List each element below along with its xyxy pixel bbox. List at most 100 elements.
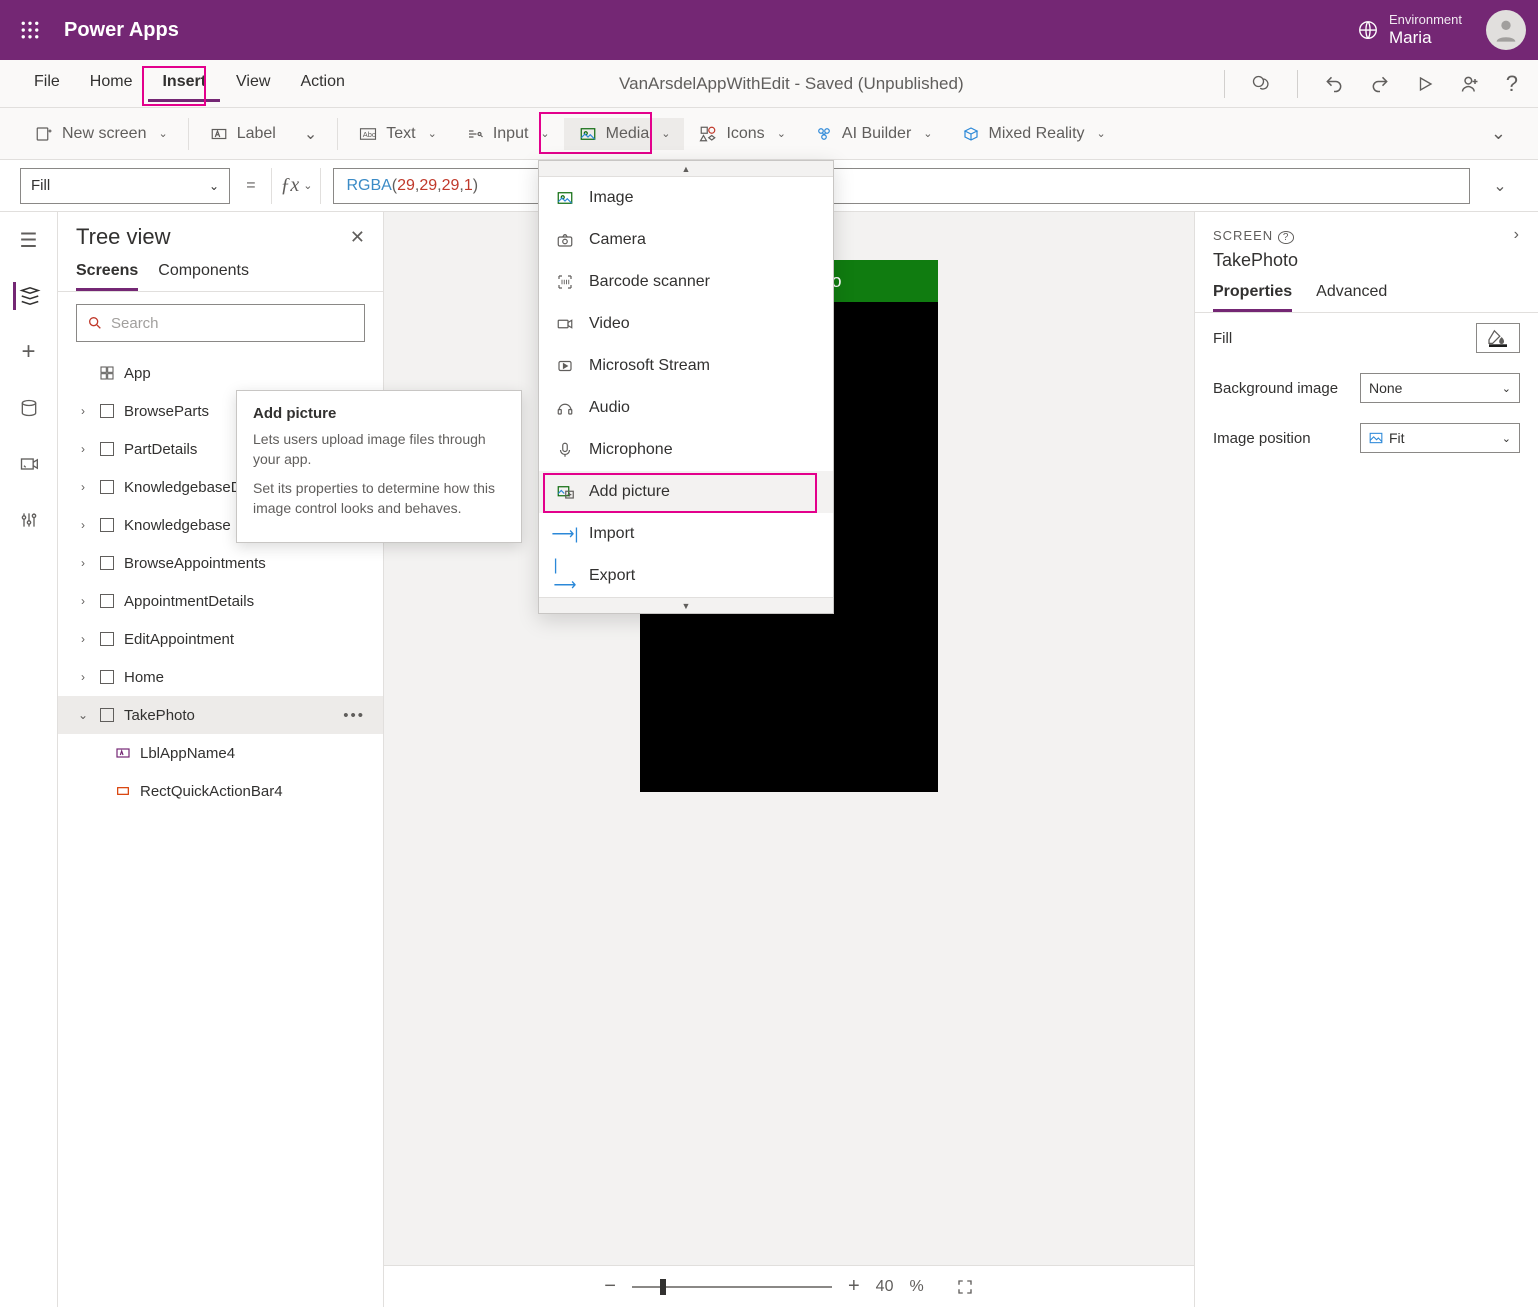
dd-microphone[interactable]: Microphone <box>539 429 833 471</box>
equals-label: = <box>242 177 259 195</box>
formula-expand-icon[interactable]: ⌄ <box>1482 176 1518 196</box>
dd-add-picture[interactable]: Add picture <box>539 471 833 513</box>
fullscreen-icon[interactable] <box>956 1278 974 1296</box>
user-avatar[interactable] <box>1486 10 1526 50</box>
ribbon-ai-builder[interactable]: AI Builder⌄ <box>800 118 947 150</box>
image-icon <box>555 188 575 208</box>
screen-icon <box>98 478 116 496</box>
app-checker-icon[interactable] <box>1251 74 1271 94</box>
camera-icon <box>555 230 575 250</box>
props-tab-advanced[interactable]: Advanced <box>1316 283 1387 312</box>
formula-input[interactable]: RGBA(29, 29, 29, 1) <box>333 168 1470 204</box>
formula-property-dropdown[interactable]: Fill ⌄ <box>20 168 230 204</box>
dd-export[interactable]: |⟶Export <box>539 555 833 597</box>
chevron-down-icon: ⌄ <box>540 127 549 140</box>
tab-screens[interactable]: Screens <box>76 262 138 291</box>
play-icon[interactable] <box>1416 75 1434 93</box>
ribbon-text[interactable]: Abc Text⌄ <box>344 118 451 150</box>
ribbon-media[interactable]: Media⌄ <box>564 118 685 150</box>
tree-view-icon[interactable] <box>13 282 41 310</box>
environment-picker[interactable]: Environment Maria <box>1357 12 1462 48</box>
media-rail-icon[interactable] <box>15 450 43 478</box>
menu-home[interactable]: Home <box>76 65 147 102</box>
zoom-slider[interactable] <box>632 1286 832 1288</box>
tree-item-home[interactable]: ›Home <box>58 658 383 696</box>
props-tab-properties[interactable]: Properties <box>1213 283 1292 312</box>
input-icon <box>465 124 485 144</box>
help-icon[interactable]: ? <box>1506 71 1518 97</box>
insert-rail-icon[interactable]: + <box>15 338 43 366</box>
prop-pos-dropdown[interactable]: Fit ⌄ <box>1360 423 1520 453</box>
chevron-down-icon: ⌄ <box>158 127 167 140</box>
tree-app[interactable]: App <box>58 354 383 392</box>
redo-icon[interactable] <box>1370 74 1390 94</box>
data-icon[interactable] <box>15 394 43 422</box>
dd-import[interactable]: ⟶|Import <box>539 513 833 555</box>
chevron-down-icon: ⌄ <box>661 127 670 140</box>
search-icon <box>87 315 103 331</box>
screen-type-label: SCREEN <box>1213 228 1273 243</box>
prop-pos-label: Image position <box>1213 430 1350 447</box>
zoom-value: 40 <box>876 1278 894 1296</box>
menu-insert[interactable]: Insert <box>148 65 220 102</box>
info-icon[interactable]: ? <box>1278 231 1295 244</box>
ai-icon <box>814 124 834 144</box>
ribbon-icons[interactable]: Icons⌄ <box>684 118 799 150</box>
tree-item-lblappname[interactable]: LblAppName4 <box>58 734 383 772</box>
dropdown-scroll-up[interactable]: ▲ <box>539 161 833 177</box>
dd-audio[interactable]: Audio <box>539 387 833 429</box>
dropdown-scroll-down[interactable]: ▼ <box>539 597 833 613</box>
ribbon-mixed-reality[interactable]: Mixed Reality⌄ <box>947 118 1120 150</box>
fx-icon[interactable]: ƒx ⌄ <box>271 168 321 204</box>
selected-name: TakePhoto <box>1195 248 1538 283</box>
dd-camera[interactable]: Camera <box>539 219 833 261</box>
prop-bg-dropdown[interactable]: None⌄ <box>1360 373 1520 403</box>
zoom-in-icon[interactable]: + <box>848 1275 860 1298</box>
chevron-down-icon: ⌄ <box>777 127 786 140</box>
chevron-down-icon: ⌄ <box>923 127 932 140</box>
tree-search-input[interactable]: Search <box>76 304 365 342</box>
tree-item-takephoto[interactable]: ⌄TakePhoto••• <box>58 696 383 734</box>
app-header: Power Apps Environment Maria <box>0 0 1538 60</box>
menu-action[interactable]: Action <box>286 65 358 102</box>
app-icon <box>98 364 116 382</box>
chevron-down-icon: ⌄ <box>304 124 317 144</box>
dd-stream[interactable]: Microsoft Stream <box>539 345 833 387</box>
dd-image[interactable]: Image <box>539 177 833 219</box>
menu-file[interactable]: File <box>20 65 74 102</box>
screen-icon <box>98 630 116 648</box>
zoom-unit: % <box>909 1278 923 1296</box>
prop-fill-color[interactable] <box>1476 323 1520 353</box>
zoom-out-icon[interactable]: − <box>604 1275 616 1298</box>
app-title: Power Apps <box>64 19 1357 42</box>
screen-icon <box>98 706 116 724</box>
share-icon[interactable] <box>1460 74 1480 94</box>
ribbon-label[interactable]: Label ⌄ <box>195 118 332 150</box>
undo-icon[interactable] <box>1324 74 1344 94</box>
dd-barcode[interactable]: Barcode scanner <box>539 261 833 303</box>
divider <box>1297 70 1298 98</box>
more-icon[interactable]: ••• <box>343 707 365 724</box>
ribbon-expand-icon[interactable]: ⌄ <box>1479 123 1518 144</box>
ribbon-input[interactable]: Input⌄ <box>451 118 564 150</box>
tab-components[interactable]: Components <box>158 262 249 291</box>
hamburger-icon[interactable]: ☰ <box>15 226 43 254</box>
dd-video[interactable]: Video <box>539 303 833 345</box>
tree-item-rectquickaction[interactable]: RectQuickActionBar4 <box>58 772 383 810</box>
app-launcher-icon[interactable] <box>12 12 48 48</box>
tree-item-browseappointments[interactable]: ›BrowseAppointments <box>58 544 383 582</box>
chevron-right-icon[interactable]: › <box>1514 226 1520 244</box>
document-title: VanArsdelAppWithEdit - Saved (Unpublishe… <box>359 74 1224 94</box>
export-icon: |⟶ <box>555 566 575 586</box>
prop-bg-label: Background image <box>1213 380 1350 397</box>
close-icon[interactable]: ✕ <box>350 227 365 248</box>
menu-view[interactable]: View <box>222 65 284 102</box>
label-icon <box>209 124 229 144</box>
ribbon-new-screen[interactable]: New screen⌄ <box>20 118 182 150</box>
tree-item-editappointment[interactable]: ›EditAppointment <box>58 620 383 658</box>
mr-icon <box>961 124 981 144</box>
tree-item-appointmentdetails[interactable]: ›AppointmentDetails <box>58 582 383 620</box>
properties-panel: SCREEN ? › TakePhoto Properties Advanced… <box>1194 212 1538 1307</box>
screen-icon <box>98 554 116 572</box>
advanced-tools-icon[interactable] <box>15 506 43 534</box>
